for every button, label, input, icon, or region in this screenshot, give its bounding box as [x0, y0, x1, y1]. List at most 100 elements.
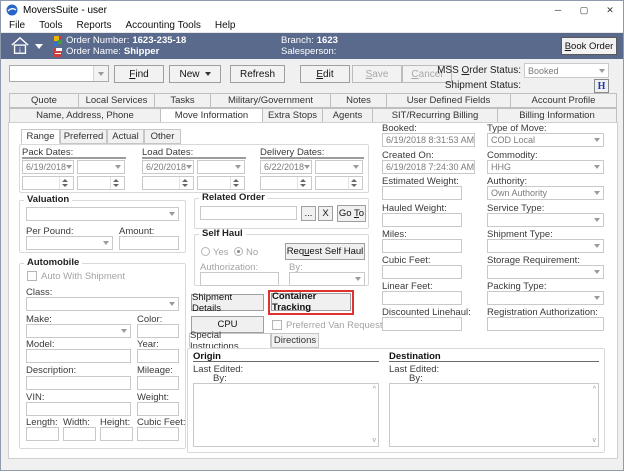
valuation-select[interactable] — [26, 207, 179, 221]
spinner-up-icon[interactable] — [351, 179, 357, 182]
spinner-up-icon[interactable] — [113, 179, 119, 182]
auto-cubic-feet-field[interactable] — [137, 427, 179, 441]
container-tracking-button[interactable]: Container Tracking — [271, 293, 351, 311]
subtab-actual[interactable]: Actual — [107, 129, 144, 144]
load-date-2-select[interactable] — [197, 160, 245, 174]
home-button[interactable]: i — [8, 36, 46, 56]
refresh-button[interactable]: Refresh — [230, 65, 285, 83]
menu-reports[interactable]: Reports — [76, 20, 111, 31]
spinner-down-icon[interactable] — [113, 184, 119, 187]
discounted-linehaul-field[interactable] — [382, 317, 462, 331]
spinner-down-icon[interactable] — [62, 184, 68, 187]
shipment-type-select[interactable] — [487, 239, 604, 253]
class-select[interactable] — [26, 297, 179, 311]
registration-authorization-field[interactable] — [487, 317, 604, 331]
commodity-select[interactable]: HHG — [487, 160, 604, 174]
description-field[interactable] — [26, 376, 131, 390]
delivery-date-select[interactable]: 6/22/2018 — [260, 160, 312, 174]
maximize-icon[interactable]: ▢ — [571, 1, 597, 19]
scroll-down-icon[interactable]: v — [373, 437, 377, 444]
cubic-feet-field[interactable] — [382, 265, 462, 279]
tab-agents[interactable]: Agents — [323, 108, 373, 123]
scroll-down-icon[interactable]: v — [593, 437, 597, 444]
goto-button[interactable]: Go To — [337, 205, 366, 222]
spinner-down-icon[interactable] — [182, 184, 188, 187]
tab-special-instructions[interactable]: Special Instructions — [189, 333, 271, 348]
length-field[interactable] — [26, 427, 59, 441]
tab-quote[interactable]: Quote — [9, 93, 79, 108]
edit-button[interactable]: Edit — [300, 65, 350, 83]
vin-field[interactable] — [26, 402, 131, 416]
tab-extra-stops[interactable]: Extra Stops — [263, 108, 323, 123]
request-self-haul-button[interactable]: Request Self Haul — [285, 243, 365, 260]
spinner-up-icon[interactable] — [300, 179, 306, 182]
order-search-combo[interactable] — [9, 65, 109, 82]
spinner-down-icon[interactable] — [300, 184, 306, 187]
spinner-control[interactable] — [348, 177, 359, 189]
auto-with-shipment-checkbox[interactable] — [27, 271, 37, 281]
tab-user-defined-fields[interactable]: User Defined Fields — [387, 93, 511, 108]
preferred-van-checkbox[interactable] — [272, 320, 282, 330]
tab-sit-recurring-billing[interactable]: SIT/Recurring Billing — [373, 108, 498, 123]
pack-date-2-select[interactable] — [77, 160, 125, 174]
tab-notes[interactable]: Notes — [331, 93, 387, 108]
menu-accounting-tools[interactable]: Accounting Tools — [126, 20, 201, 31]
spinner-up-icon[interactable] — [62, 179, 68, 182]
self-haul-no-radio[interactable] — [234, 247, 243, 256]
subtab-preferred[interactable]: Preferred — [60, 129, 107, 144]
authorization-field[interactable] — [200, 272, 279, 286]
spinner-control[interactable] — [59, 177, 70, 189]
self-haul-yes-radio[interactable] — [201, 247, 210, 256]
pack-date-select[interactable]: 6/19/2018 — [22, 160, 74, 174]
related-order-field[interactable] — [200, 206, 297, 220]
subtab-other[interactable]: Other — [144, 129, 181, 144]
delivery-time-2-spinner[interactable] — [315, 176, 363, 190]
height-field[interactable] — [100, 427, 133, 441]
spinner-up-icon[interactable] — [233, 179, 239, 182]
spinner-control[interactable] — [179, 177, 190, 189]
history-button[interactable]: H — [594, 79, 609, 93]
book-order-button[interactable]: Book Order — [561, 37, 617, 55]
weight-field[interactable] — [137, 402, 179, 416]
scroll-up-icon[interactable]: ^ — [593, 386, 596, 393]
amount-field[interactable] — [119, 236, 179, 250]
tab-tasks[interactable]: Tasks — [155, 93, 211, 108]
menu-file[interactable]: File — [9, 20, 25, 31]
delivery-time-spinner[interactable] — [260, 176, 312, 190]
minimize-icon[interactable]: ─ — [545, 1, 571, 19]
per-pound-select[interactable] — [26, 236, 113, 250]
spinner-down-icon[interactable] — [351, 184, 357, 187]
load-time-spinner[interactable] — [142, 176, 194, 190]
delivery-date-2-select[interactable] — [315, 160, 363, 174]
pack-time-spinner[interactable] — [22, 176, 74, 190]
spinner-down-icon[interactable] — [233, 184, 239, 187]
estimated-weight-field[interactable] — [382, 186, 462, 200]
tab-local-services[interactable]: Local Services — [79, 93, 155, 108]
color-field[interactable] — [137, 324, 179, 338]
mileage-field[interactable] — [137, 376, 179, 390]
service-type-select[interactable] — [487, 213, 604, 227]
spinner-control[interactable] — [230, 177, 241, 189]
search-dropdown-button[interactable] — [93, 66, 108, 81]
load-date-select[interactable]: 6/20/2018 — [142, 160, 194, 174]
related-order-clear-button[interactable]: X — [318, 206, 333, 221]
destination-instructions-textarea[interactable]: ^ v — [389, 383, 599, 447]
related-order-browse-button[interactable]: ... — [301, 206, 316, 221]
load-time-2-spinner[interactable] — [197, 176, 245, 190]
type-of-move-select[interactable]: COD Local — [487, 133, 604, 147]
make-select[interactable] — [26, 324, 131, 338]
width-field[interactable] — [63, 427, 96, 441]
tab-directions[interactable]: Directions — [271, 333, 319, 348]
spinner-up-icon[interactable] — [182, 179, 188, 182]
storage-requirement-select[interactable] — [487, 265, 604, 279]
new-button[interactable]: New — [169, 65, 221, 83]
mss-order-status-select[interactable]: Booked — [524, 63, 609, 78]
tab-name-address-phone[interactable]: Name, Address, Phone — [9, 108, 161, 123]
tab-military-government[interactable]: Military/Government — [211, 93, 331, 108]
linear-feet-field[interactable] — [382, 291, 462, 305]
tab-move-information[interactable]: Move Information — [161, 108, 263, 123]
scroll-up-icon[interactable]: ^ — [373, 386, 376, 393]
year-field[interactable] — [137, 349, 179, 363]
packing-type-select[interactable] — [487, 291, 604, 305]
by-select[interactable] — [289, 272, 365, 286]
